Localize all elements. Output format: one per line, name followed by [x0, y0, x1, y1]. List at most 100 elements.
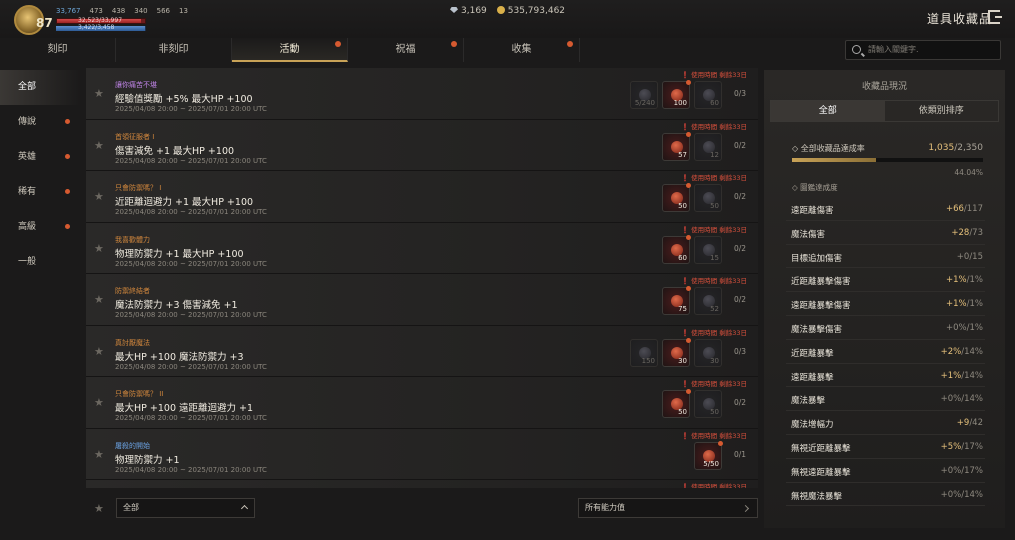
- collection-name: 防禦終結者: [115, 287, 150, 295]
- panel-tab-by-category[interactable]: 依類別排序: [885, 101, 999, 121]
- collection-row[interactable]: ★ 我喜歡體力 物理防禦力 +1 最大HP +100 2025/04/08 20:00…: [86, 222, 758, 274]
- search-input[interactable]: 請輸入關鍵字.: [845, 40, 1001, 60]
- item-slot[interactable]: 50: [662, 183, 691, 212]
- collection-effect: 傷害減免 +1 最大HP +100: [115, 145, 235, 157]
- collection-row[interactable]: ★❗ 使用時間 剩餘33日: [86, 480, 758, 488]
- item-slot[interactable]: 60: [694, 81, 722, 109]
- item-slot[interactable]: 100: [662, 80, 691, 109]
- stat-name: 魔法暴擊傷害: [791, 325, 843, 335]
- sidebar-item-2[interactable]: 英雄: [0, 140, 80, 175]
- warning-icon: ❗: [681, 225, 692, 234]
- warning-icon: ❗: [681, 328, 692, 337]
- panel-tab-all[interactable]: 全部: [771, 101, 885, 121]
- stat-row: 近距離暴擊傷害 +1%/1%: [786, 268, 985, 293]
- collection-row[interactable]: ★ 首領征服者 I 傷害減免 +1 最大HP +100 2025/04/08 20:0…: [86, 119, 758, 171]
- sidebar-item-0[interactable]: 全部: [0, 70, 80, 105]
- favorite-star-icon[interactable]: ★: [94, 242, 104, 255]
- item-slot[interactable]: 30: [662, 337, 691, 367]
- favorite-star-icon[interactable]: ★: [94, 87, 104, 100]
- collection-row[interactable]: ★ 真討厭魔法 最大HP +100 魔法防禦力 +3 2025/04/08 20:00…: [86, 325, 758, 377]
- stat-value: +5%/17%: [941, 442, 983, 452]
- collection-row[interactable]: ★ 讓你痛苦不堪 經驗值獎勵 +5% 最大HP +100 2025/04/08 20:…: [86, 68, 758, 120]
- collection-progress: 0/3: [734, 346, 747, 356]
- favorite-star-icon[interactable]: ★: [94, 345, 104, 358]
- collection-row[interactable]: ★ 防禦終結者 魔法防禦力 +3 傷害減免 +1 2025/04/08 20:00 ~…: [86, 274, 758, 326]
- item-slot[interactable]: 50: [694, 184, 722, 212]
- favorite-star-icon[interactable]: ★: [94, 396, 104, 409]
- collection-row[interactable]: ★ 只會防禦嗎？ II 最大HP +100 遠距離迴避力 +1 2025/04/08 …: [86, 377, 758, 429]
- item-slot[interactable]: 30: [694, 338, 722, 367]
- collection-row[interactable]: ★ 屠殺的開始 物理防禦力 +1 2025/04/08 20:00 ~ 2025/07…: [86, 428, 758, 480]
- item-slot[interactable]: 5/50: [694, 440, 723, 470]
- player-stats: 33,767 473 438 340 566 13: [56, 7, 188, 15]
- item-slot[interactable]: 12: [694, 132, 722, 161]
- collection-row[interactable]: ★ 只會防禦嗎？ I 近距離迴避力 +1 最大HP +100 2025/04/08 2…: [86, 171, 758, 223]
- item-slot[interactable]: 60: [662, 234, 691, 264]
- stat-value: +0/15: [957, 252, 983, 262]
- stat-filter-value: 所有能力值: [585, 503, 625, 512]
- tab-1[interactable]: 非刻印: [116, 38, 232, 62]
- item-count: 52: [710, 305, 719, 313]
- item-slot[interactable]: 50: [662, 389, 691, 418]
- tab-0[interactable]: 刻印: [0, 38, 116, 62]
- gem-icon: [450, 7, 458, 13]
- item-slot[interactable]: 50: [694, 390, 722, 418]
- warning-text: 使用時間 剩餘33日: [691, 277, 748, 285]
- stat-name: 近距離暴擊: [791, 348, 834, 359]
- stat-max: /17%: [961, 465, 983, 476]
- stat-bonus: +0%: [946, 323, 967, 333]
- chevron-up-icon: [240, 504, 249, 513]
- stat-bonus: +9: [956, 418, 970, 429]
- item-slot[interactable]: 5/240: [630, 81, 658, 109]
- favorite-star-icon[interactable]: ★: [94, 448, 104, 461]
- notification-dot: [686, 183, 691, 188]
- stat-name: 近距離暴擊傷害: [791, 277, 851, 288]
- notification-dot: [335, 41, 341, 47]
- stat-max: /1%: [966, 299, 983, 310]
- collection-effect: 魔法防禦力 +3 傷害減免 +1: [115, 300, 238, 311]
- item-slot[interactable]: 15: [694, 235, 722, 264]
- mp-text: 3,422/3,458: [78, 24, 115, 31]
- notification-dot: [451, 41, 457, 47]
- favorite-star-icon[interactable]: ★: [94, 293, 104, 306]
- item-count: 5/240: [634, 99, 655, 107]
- sidebar-item-4[interactable]: 高級: [0, 210, 80, 245]
- gem-value: 3,169: [461, 6, 487, 16]
- collection-effect: 最大HP +100 魔法防禦力 +3: [115, 351, 244, 363]
- stat-name: 遠距離暴擊: [791, 372, 834, 383]
- stat-filter-select[interactable]: 所有能力值: [578, 498, 758, 518]
- tab-4[interactable]: 收集: [464, 38, 580, 62]
- warning-icon: ❗: [681, 431, 692, 440]
- sidebar-item-1[interactable]: 傳說: [0, 105, 80, 140]
- sidebar-item-3[interactable]: 稀有: [0, 175, 80, 210]
- favorite-filter-star-icon[interactable]: ★: [94, 502, 104, 515]
- favorite-star-icon[interactable]: ★: [94, 139, 104, 152]
- warning-text: 使用時間 剩餘33日: [691, 328, 748, 337]
- graph-label-text: 圖鑑達成度: [800, 183, 838, 192]
- item-count: 57: [678, 150, 687, 159]
- item-slot[interactable]: 52: [694, 287, 722, 315]
- stat-2: 438: [111, 7, 126, 15]
- progress-bar: [792, 158, 983, 162]
- time-remaining-warning: ❗ 使用時間 剩餘33日: [681, 275, 747, 285]
- collection-name: 讓你痛苦不堪: [115, 81, 157, 89]
- stat-max: /42: [969, 418, 983, 429]
- item-slot[interactable]: 150: [630, 338, 658, 367]
- grade-filter-select[interactable]: 全部: [116, 498, 255, 518]
- tab-2[interactable]: 活動: [232, 38, 348, 62]
- sidebar-item-label: 英雄: [18, 152, 37, 162]
- stat-value: +2%/14%: [941, 347, 983, 357]
- time-remaining-warning: ❗ 使用時間 剩餘33日: [681, 430, 747, 440]
- collection-progress: 0/2: [734, 398, 747, 407]
- page-title: 道具收藏品: [927, 12, 993, 26]
- exit-icon[interactable]: [988, 10, 1002, 24]
- item-slot[interactable]: 75: [662, 286, 691, 315]
- favorite-star-icon[interactable]: ★: [94, 190, 104, 203]
- collection-period: 2025/04/08 20:00 ~ 2025/07/01 20:00 UTC: [115, 156, 267, 165]
- item-slot[interactable]: 57: [662, 131, 691, 161]
- notification-dot: [65, 224, 70, 229]
- sidebar-item-5[interactable]: 一般: [0, 245, 80, 280]
- notification-dot: [686, 337, 691, 343]
- tab-3[interactable]: 祝福: [348, 38, 464, 62]
- item-count: 50: [678, 202, 687, 210]
